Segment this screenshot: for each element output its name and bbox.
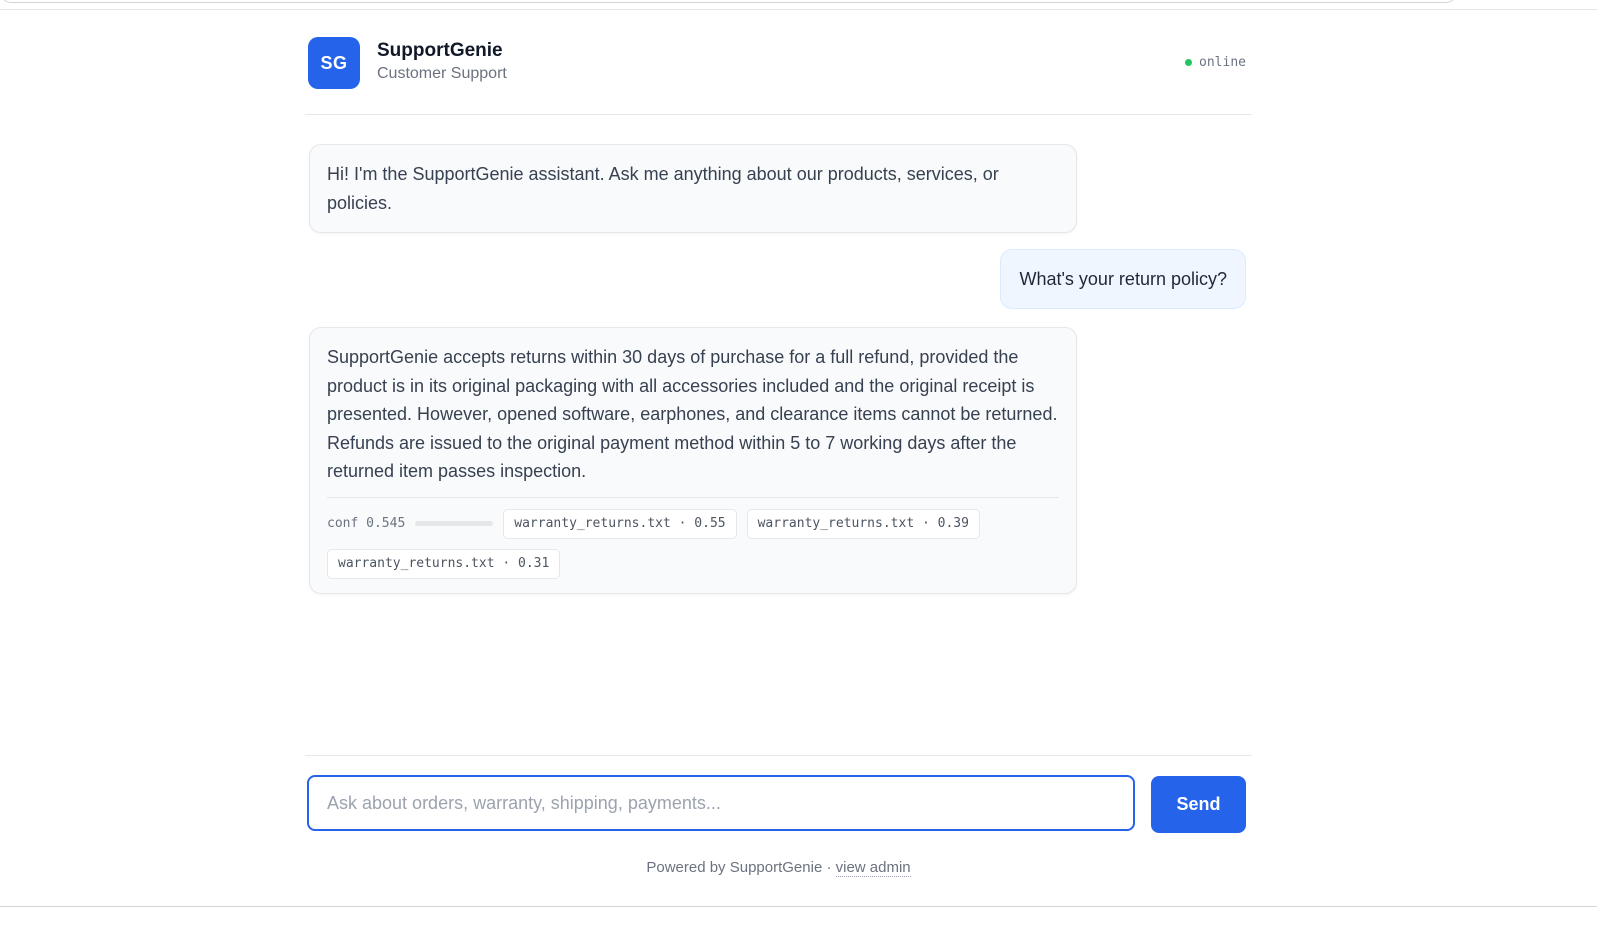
brand-name: SupportGenie <box>377 40 503 61</box>
confidence-bar <box>415 521 494 526</box>
window-bottom-edge <box>0 906 1597 907</box>
status-indicator: online <box>1185 55 1246 70</box>
source-chip[interactable]: warranty_returns.txt · 0.55 <box>503 508 737 539</box>
send-button[interactable]: Send <box>1151 776 1246 833</box>
message-text: SupportGenie accepts returns within 30 d… <box>327 347 1058 481</box>
message-input[interactable] <box>307 775 1135 831</box>
avatar: SG <box>308 37 360 89</box>
brand-subtitle: Customer Support <box>377 65 507 82</box>
chat-app: SG SupportGenie Customer Support online … <box>305 0 1252 906</box>
footer: Powered by SupportGenie · view admin <box>305 859 1252 877</box>
message-composer: Send <box>305 755 1252 833</box>
source-chip[interactable]: warranty_returns.txt · 0.31 <box>327 548 561 579</box>
confidence-label: conf 0.545 <box>327 515 406 531</box>
message-text: Hi! I'm the SupportGenie assistant. Ask … <box>327 164 999 213</box>
message-text: What's your return policy? <box>1019 269 1227 289</box>
chat-header: SG SupportGenie Customer Support online <box>305 0 1252 115</box>
powered-by-text: Powered by SupportGenie · <box>646 859 836 876</box>
source-chip[interactable]: warranty_returns.txt · 0.39 <box>746 508 980 539</box>
answer-metadata: conf 0.545 warranty_returns.txt · 0.55 w… <box>327 496 1059 579</box>
confidence-indicator: conf 0.545 <box>327 515 494 532</box>
assistant-message: SupportGenie accepts returns within 30 d… <box>309 327 1077 594</box>
user-message: What's your return policy? <box>1000 249 1246 309</box>
view-admin-link[interactable]: view admin <box>835 859 911 877</box>
assistant-message: Hi! I'm the SupportGenie assistant. Ask … <box>309 144 1077 233</box>
status-text: online <box>1199 55 1246 70</box>
status-dot-icon <box>1185 59 1193 66</box>
